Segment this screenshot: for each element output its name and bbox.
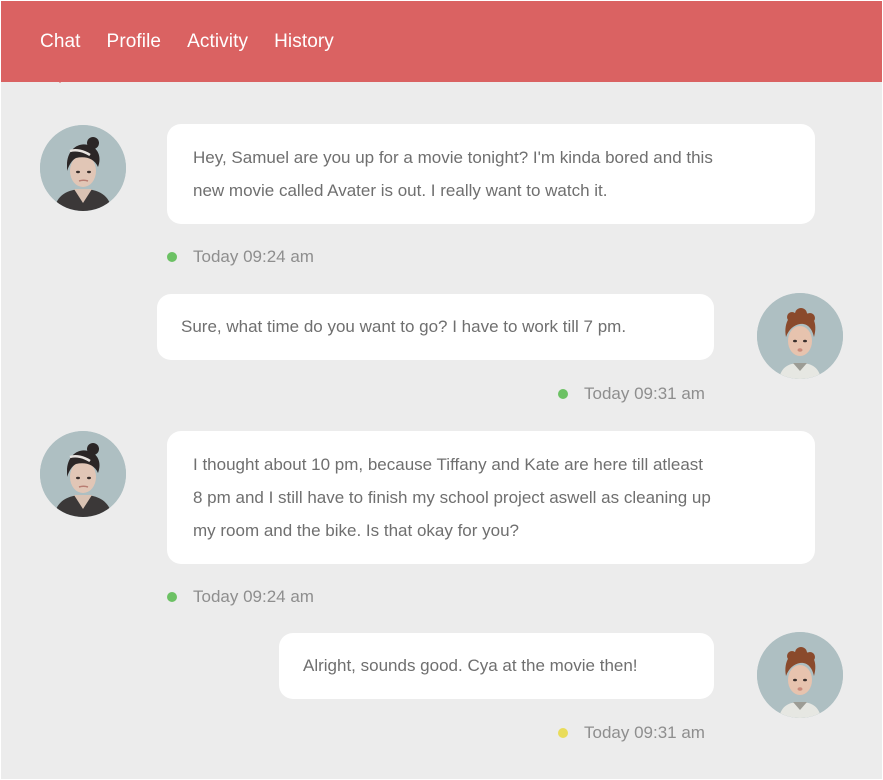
avatar-man[interactable] [757, 293, 843, 379]
chat-app: Chat Profile Activity History Hey, Samue… [1, 1, 882, 779]
message-line: I thought about 10 pm, because Tiffany a… [193, 455, 704, 474]
message-line: 8 pm and I still have to finish my schoo… [193, 488, 711, 507]
woman-avatar-icon [40, 431, 126, 517]
message-bubble-3: I thought about 10 pm, because Tiffany a… [167, 431, 815, 564]
man-avatar-icon [757, 293, 843, 379]
message-meta-3: Today 09:24 am [167, 587, 314, 607]
avatar-woman[interactable] [40, 125, 126, 211]
avatar-woman[interactable] [40, 431, 126, 517]
message-bubble-1: Hey, Samuel are you up for a movie tonig… [167, 124, 815, 224]
status-dot [167, 252, 177, 262]
message-line: my room and the bike. Is that okay for y… [193, 521, 519, 540]
message-line: Hey, Samuel are you up for a movie tonig… [193, 148, 713, 167]
message-timestamp: Today 09:24 am [193, 247, 314, 266]
tab-chat[interactable]: Chat [40, 31, 81, 83]
message-timestamp: Today 09:24 am [193, 587, 314, 606]
message-bubble-4: Alright, sounds good. Cya at the movie t… [279, 633, 714, 699]
message-line: Sure, what time do you want to go? I hav… [181, 317, 627, 336]
man-avatar-icon [757, 632, 843, 718]
message-bubble-2: Sure, what time do you want to go? I hav… [157, 294, 714, 360]
message-meta-1: Today 09:24 am [167, 247, 314, 267]
status-dot [558, 728, 568, 738]
message-line: new movie called Avater is out. I really… [193, 181, 608, 200]
nav-tabs: Chat Profile Activity History [40, 31, 360, 83]
status-dot [167, 592, 177, 602]
message-line: Alright, sounds good. Cya at the movie t… [303, 656, 638, 675]
message-timestamp: Today 09:31 am [584, 723, 705, 742]
tab-profile[interactable]: Profile [107, 31, 162, 53]
message-timestamp: Today 09:31 am [584, 384, 705, 403]
top-nav-bar: Chat Profile Activity History [1, 1, 882, 83]
tab-history[interactable]: History [274, 31, 334, 53]
tab-activity[interactable]: Activity [187, 31, 248, 53]
message-meta-4: Today 09:31 am [558, 723, 705, 743]
woman-avatar-icon [40, 125, 126, 211]
status-dot [558, 389, 568, 399]
message-meta-2: Today 09:31 am [558, 384, 705, 404]
avatar-man[interactable] [757, 632, 843, 718]
